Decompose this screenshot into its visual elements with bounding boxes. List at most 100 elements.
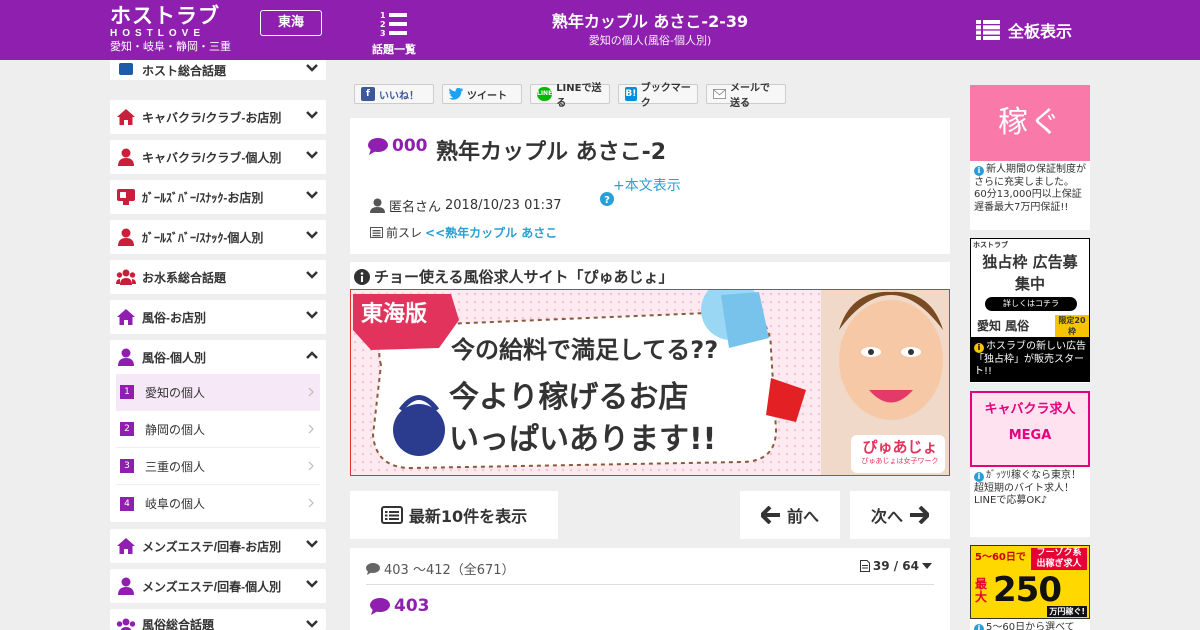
latest-10-button[interactable]: 最新10件を表示 [350,491,558,539]
mail-share-button[interactable]: メールで送る [706,83,786,109]
region-button[interactable]: 東海 [260,10,322,36]
ad-banner-puajo[interactable]: 東海版 今の給料で満足してる?? 今より稼げるお店 いっぱいあります!! ぴゅあ… [350,289,950,476]
house-icon [116,107,136,127]
post-meta: 匿名さん 2018/10/23 01:37 [370,196,562,215]
sidebar-subitem-mie[interactable]: 3 三重の個人 [116,448,320,485]
ad-section: チョー使える風俗求人サイト「ぴゅあじょ」 東海版 今の給料で満足してる?? 今よ… [350,262,950,476]
hatena-bookmark-button[interactable]: B! ブックマーク [618,83,698,109]
sidebar-item-fuzoku-person[interactable]: 風俗-個人別 [110,340,326,374]
right-ad-2-area: 愛知 風俗 [977,319,1030,333]
right-ad-2-brand: ホストラブ [973,241,1008,249]
subitem-number: 4 [120,496,134,511]
person-icon [116,147,136,167]
site-logo[interactable]: ホストラブ HOSTLOVE 愛知・岐阜・静岡・三重 [110,6,250,55]
user-icon [370,198,385,213]
show-body-link[interactable]: +本文表示 [613,175,681,195]
arrow-right-icon [910,506,929,524]
svg-text:3: 3 [380,29,386,38]
page-selector[interactable]: 39 / 64 [859,559,932,573]
info-icon: i [974,624,984,630]
sidebar-item-mensesthe-shop[interactable]: メンズエステ/回春-お店別 [110,529,326,563]
topics-list-button[interactable]: 1 2 3 話題一覧 [368,10,420,57]
chevron-down-icon [306,540,318,548]
ad-line-2: 今より稼げるお店 [449,380,689,415]
info-icon: i [974,166,984,176]
ad-line-3: いっぱいあります!! [449,422,717,457]
sidebar-item-label: ｶﾞｰﾙｽﾞﾊﾞｰ/ｽﾅｯｸ-個人別 [142,230,264,245]
sidebar-item-label: メンズエステ/回春-お店別 [142,539,282,554]
right-ad-1-banner: 稼ぐ [970,85,1090,161]
ad-brand: ぴゅあじょ [862,438,938,456]
response-range: 403 ～412（全671） [366,559,515,578]
house-icon [116,536,136,556]
facebook-like-button[interactable]: f いいね！ [354,84,434,104]
logo-sub-text: HOSTLOVE [110,28,206,39]
prev-page-button[interactable]: 前へ [740,491,840,539]
ad-badge: 東海版 [361,301,428,326]
ad-title-text: チョー使える風俗求人サイト「ぴゅあじょ」 [374,268,674,286]
sidebar-item-label: お水系総合話題 [142,270,227,285]
response-number: 403 [370,596,430,616]
subitem-number: 2 [120,422,134,436]
sidebar-item-mensesthe-person[interactable]: メンズエステ/回春-個人別 [110,569,326,603]
chevron-up-icon [306,351,318,359]
right-ad-4-text: i 5〜60日から選べて [970,619,1090,630]
sidebar-item-cabaret-person[interactable]: キャバクラ/クラブ-個人別 [110,140,326,174]
chevron-down-icon [306,151,318,159]
sidebar-item-girlsbar-shop[interactable]: ｶﾞｰﾙｽﾞﾊﾞｰ/ｽﾅｯｸ-お店別 [110,180,326,214]
response-range-text: 403 ～412（全671） [384,563,515,578]
sidebar-item-fuzoku-general[interactable]: 風俗総合話題 [110,609,326,630]
tweet-label: ツイート [467,90,507,102]
all-boards-button[interactable]: 全板表示 [976,18,1072,42]
info-icon: i [974,472,984,482]
numbered-list-icon: 1 2 3 [380,11,407,38]
line-share-button[interactable]: LINE LINEで送る [530,83,610,109]
sidebar-subitem-shizuoka[interactable]: 2 静岡の個人 [116,411,320,448]
sidebar-subitem-aichi[interactable]: 1 愛知の個人 [116,374,320,411]
logo-main-text: ホストラブ [110,5,220,28]
board-subtitle: 愛知の個人(風俗-個人別) [588,34,712,47]
right-ad-3[interactable]: キャバクラ求人 MEGA i ｶﾞｯﾂﾘ稼ぐなら東京！超短期のバイト求人！LINE… [970,391,1090,537]
comment-icon [366,562,380,575]
previous-thread: 前スレ <<熟年カップル あさこ [370,224,557,241]
right-ad-4[interactable]: 5〜60日で フーゾク系 出稼ぎ求人 最大 250 万円稼ぐ! i 5〜60日から… [970,545,1090,630]
sidebar-item-cabaret-shop[interactable]: キャバクラ/クラブ-お店別 [110,100,326,134]
sidebar-subitem-gifu[interactable]: 4 岐阜の個人 [116,485,320,522]
glass-icon [116,187,136,207]
ad-brand-sub: ぴゅあじょは女子ワーク [861,457,939,465]
right-ad-2-banner: ホストラブ 独占枠 広告募集中 詳しくはコチラ 愛知 風俗 限定20枠 [970,238,1090,338]
right-ad-4-max: 最大 [975,577,988,604]
facebook-icon: f [361,87,375,101]
ad-title: チョー使える風俗求人サイト「ぴゅあじょ」 [354,266,674,287]
envelope-icon [713,89,727,99]
chevron-right-icon [308,424,314,434]
tweet-button[interactable]: ツイート [442,84,522,104]
right-ad-3-banner: キャバクラ求人 MEGA [970,391,1090,467]
chevron-down-icon [306,64,318,72]
next-page-button[interactable]: 次へ [850,491,950,539]
subitem-number: 3 [120,459,134,473]
chevron-down-icon [306,231,318,239]
post-author: 匿名さん [389,200,442,215]
info-circle-icon [354,268,370,285]
right-ad-4-banner: 5〜60日で フーゾク系 出稼ぎ求人 最大 250 万円稼ぐ! [970,545,1090,619]
svg-text:1: 1 [380,11,386,20]
subitem-label: 岐阜の個人 [145,497,206,511]
sidebar-item-girlsbar-person[interactable]: ｶﾞｰﾙｽﾞﾊﾞｰ/ｽﾅｯｸ-個人別 [110,220,326,254]
chevron-down-icon [306,111,318,119]
svg-text:2: 2 [380,20,386,29]
right-ad-2[interactable]: ホストラブ 独占枠 広告募集中 詳しくはコチラ 愛知 風俗 限定20枠 i ホスラ… [970,238,1090,383]
sidebar-item-fuzoku-shop[interactable]: 風俗-お店別 [110,300,326,334]
mail-label: メールで送る [730,83,771,109]
chevron-down-icon [306,191,318,199]
right-ad-2-limit: 限定20枠 [1055,315,1089,337]
line-icon: LINE [537,87,553,101]
right-ad-2-cta: 詳しくはコチラ [985,297,1077,311]
chevron-down-icon [306,311,318,319]
sidebar-item-host-general[interactable]: ホスト総合話題 [110,60,326,80]
sidebar-expanded-fuzoku-person: 風俗-個人別 1 愛知の個人 2 静岡の個人 3 三重の個人 4 岐阜の個人 [110,340,326,522]
right-ad-1[interactable]: 稼ぐ i 新人期間の保証制度がさらに充実しました。60分13,000円以上保証 遅… [970,85,1092,230]
help-icon[interactable]: ? [600,192,614,206]
sidebar-item-mizu-general[interactable]: お水系総合話題 [110,260,326,294]
previous-thread-link[interactable]: <<熟年カップル あさこ [425,224,557,241]
